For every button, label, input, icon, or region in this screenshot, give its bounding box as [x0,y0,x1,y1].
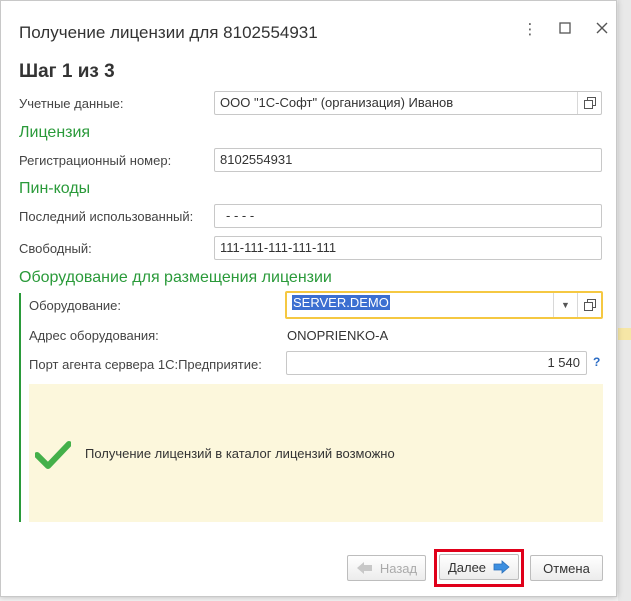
hardware-group-bar [19,293,21,522]
background-highlight-strip [618,328,631,340]
last-pin-label: Последний использованный: [19,209,194,224]
checkmark-icon [34,441,72,472]
credentials-value: ООО "1С-Софт" (организация) Иванов [220,95,454,110]
free-pin-field[interactable]: 111-111-111-111-111 [214,236,602,260]
port-field[interactable]: 1 540 [286,351,587,375]
info-message: Получение лицензий в каталог лицензий во… [85,446,395,461]
chevron-down-icon[interactable]: ▼ [553,293,577,317]
cancel-button[interactable]: Отмена [530,555,603,581]
step-indicator: Шаг 1 из 3 [19,61,115,82]
pins-section-title: Пин-коды [19,180,91,197]
reg-number-field[interactable]: 8102554931 [214,148,602,172]
license-section-title: Лицензия [19,124,91,141]
license-dialog: Получение лицензии для 8102554931 ⋮ Шаг … [0,0,617,597]
equipment-value: SERVER.DEMO [292,295,390,310]
open-icon[interactable] [577,293,601,317]
address-label: Адрес оборудования: [29,328,159,343]
address-value: ONOPRIENKO-A [287,328,389,343]
last-pin-field[interactable]: - - - - [214,204,602,228]
reg-number-value: 8102554931 [220,152,293,167]
back-button-label: Назад [379,560,418,576]
open-icon[interactable] [577,92,601,114]
last-pin-value: - - - - [226,208,255,223]
background-window [618,0,631,601]
equipment-label: Оборудование: [29,298,122,313]
hardware-section-title: Оборудование для размещения лицензии [19,269,332,286]
back-button[interactable]: Назад [347,555,426,581]
maximize-icon[interactable] [554,19,576,41]
cancel-button-label: Отмена [543,560,590,576]
close-icon[interactable] [591,19,613,41]
port-label: Порт агента сервера 1С:Предприятие: [29,357,262,372]
equipment-field[interactable]: SERVER.DEMO ▼ [285,291,603,319]
free-pin-value: 111-111-111-111-111 [220,240,337,255]
info-panel: Получение лицензий в каталог лицензий во… [29,384,603,522]
credentials-field[interactable]: ООО "1С-Софт" (организация) Иванов [214,91,602,115]
arrow-left-icon [356,562,372,574]
dialog-title: Получение лицензии для 8102554931 [19,23,318,42]
reg-number-label: Регистрационный номер: [19,153,172,168]
credentials-label: Учетные данные: [19,96,124,111]
more-icon[interactable]: ⋮ [519,19,541,41]
next-button-highlight [434,549,524,587]
port-value: 1 540 [547,355,580,370]
help-icon[interactable]: ? [593,355,600,369]
free-pin-label: Свободный: [19,241,92,256]
